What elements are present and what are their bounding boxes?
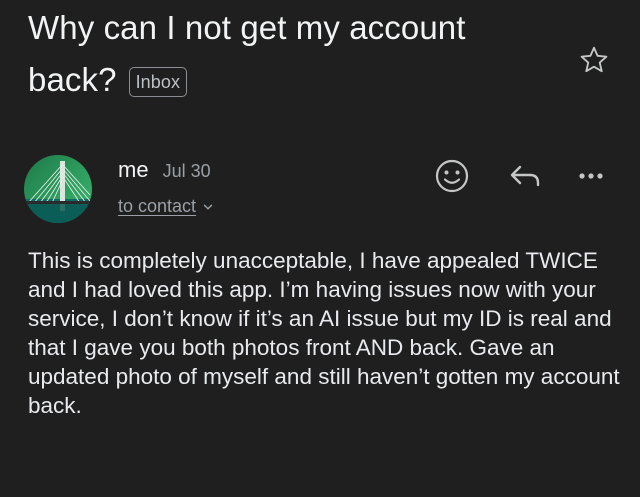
sender-name[interactable]: me	[118, 157, 149, 183]
star-icon[interactable]	[578, 44, 610, 76]
chevron-down-icon[interactable]	[202, 201, 214, 213]
subject-line-2-row: back? Inbox	[28, 54, 548, 106]
reply-icon[interactable]	[506, 156, 546, 196]
emoji-reaction-icon[interactable]	[432, 156, 472, 196]
sender-avatar[interactable]	[24, 155, 92, 223]
email-body: This is completely unacceptable, I have …	[28, 248, 620, 418]
subject-line-1: Why can I not get my account	[28, 9, 466, 46]
more-options-icon[interactable]	[572, 156, 612, 196]
recipient-toggle[interactable]: to contact	[118, 196, 214, 217]
subject-line-2: back?	[28, 61, 117, 98]
inbox-label-badge[interactable]: Inbox	[128, 67, 188, 97]
email-subject: Why can I not get my account back? Inbox	[28, 2, 548, 106]
sender-row: me Jul 30	[118, 157, 211, 183]
recipient-text[interactable]: to contact	[118, 196, 196, 217]
email-date: Jul 30	[162, 161, 211, 181]
